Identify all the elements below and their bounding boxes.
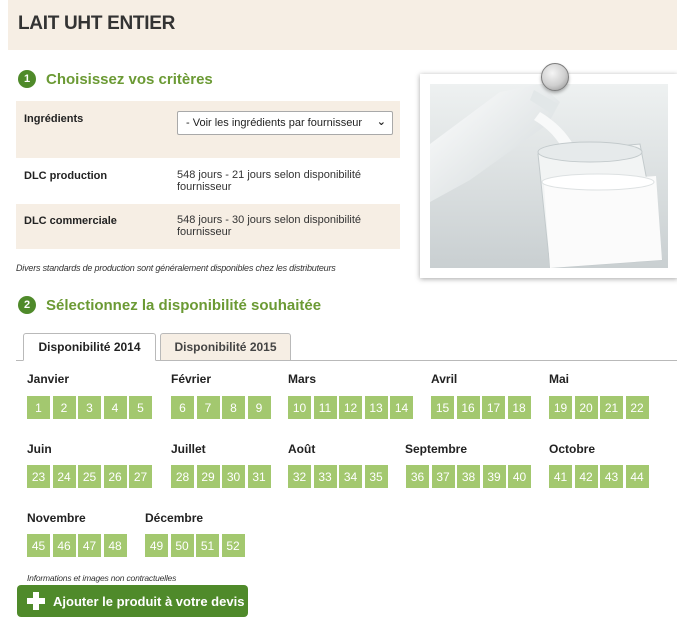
week-button[interactable]: 3 bbox=[78, 396, 101, 419]
week-button[interactable]: 29 bbox=[196, 465, 220, 488]
product-photo-frame bbox=[420, 74, 677, 278]
week-button[interactable]: 28 bbox=[171, 465, 194, 488]
week-button[interactable]: 44 bbox=[625, 465, 649, 488]
product-photo bbox=[430, 84, 668, 268]
dlc-production-value: 548 jours - 21 jours selon disponibilité… bbox=[177, 169, 362, 193]
week-button[interactable]: 49 bbox=[145, 534, 168, 557]
week-button[interactable]: 20 bbox=[574, 396, 598, 419]
add-to-quote-button[interactable]: Ajouter le produit à votre devis bbox=[17, 585, 248, 617]
week-button[interactable]: 40 bbox=[508, 465, 531, 488]
month-label: Janvier bbox=[27, 372, 70, 386]
week-button[interactable]: 8 bbox=[222, 396, 245, 419]
week-button[interactable]: 52 bbox=[221, 534, 245, 557]
week-button[interactable]: 22 bbox=[625, 396, 649, 419]
week-button[interactable]: 39 bbox=[482, 465, 506, 488]
week-button[interactable]: 30 bbox=[222, 465, 245, 488]
tab-disponibilite-2014[interactable]: Disponibilité 2014 bbox=[23, 333, 156, 361]
dlc-production-label: DLC production bbox=[24, 170, 108, 182]
step-number-badge: 1 bbox=[18, 70, 36, 88]
week-button[interactable]: 32 bbox=[288, 465, 311, 488]
month-label: Juin bbox=[27, 442, 52, 456]
week-button[interactable]: 24 bbox=[52, 465, 76, 488]
chevron-down-icon: ⌄ bbox=[376, 116, 386, 128]
dlc-commerciale-label: DLC commerciale bbox=[24, 215, 117, 227]
week-button[interactable]: 9 bbox=[247, 396, 271, 419]
week-button[interactable]: 1 bbox=[27, 396, 50, 419]
ingredients-select[interactable]: - Voir les ingrédients par fournisseur ⌄ bbox=[177, 111, 393, 135]
dlc-commerciale-value: 548 jours - 30 jours selon disponibilité… bbox=[177, 214, 362, 238]
week-button[interactable]: 34 bbox=[339, 465, 362, 488]
month-label: Juillet bbox=[171, 442, 206, 456]
week-button[interactable]: 12 bbox=[339, 396, 362, 419]
week-button[interactable]: 35 bbox=[364, 465, 388, 488]
info-note: Informations et images non contractuelle… bbox=[27, 573, 177, 583]
month-label: Décembre bbox=[145, 511, 204, 525]
week-button[interactable]: 37 bbox=[431, 465, 455, 488]
month-label: Février bbox=[171, 372, 212, 386]
week-button[interactable]: 6 bbox=[171, 396, 194, 419]
month-label: Avril bbox=[431, 372, 458, 386]
week-button[interactable]: 50 bbox=[170, 534, 194, 557]
week-button[interactable]: 5 bbox=[129, 396, 152, 419]
month-label: Mars bbox=[288, 372, 317, 386]
criteria-row-ingredients: Ingrédients - Voir les ingrédients par f… bbox=[16, 101, 400, 158]
week-button[interactable]: 45 bbox=[27, 534, 50, 557]
step-number-badge: 2 bbox=[18, 296, 36, 314]
month-label: Août bbox=[288, 442, 316, 456]
ingredients-label: Ingrédients bbox=[24, 113, 84, 125]
week-button[interactable]: 23 bbox=[27, 465, 50, 488]
week-button[interactable]: 25 bbox=[78, 465, 101, 488]
step-title: Choisissez vos critères bbox=[46, 70, 213, 88]
week-button[interactable]: 41 bbox=[549, 465, 572, 488]
add-to-quote-label: Ajouter le produit à votre devis bbox=[53, 593, 245, 609]
plus-icon bbox=[27, 592, 45, 610]
month-label: Octobre bbox=[549, 442, 596, 456]
month-label: Novembre bbox=[27, 511, 86, 525]
step-1-heading: 1 Choisissez vos critères bbox=[18, 70, 213, 88]
week-button[interactable]: 11 bbox=[313, 396, 337, 419]
week-button[interactable]: 31 bbox=[247, 465, 271, 488]
ingredients-select-value: - Voir les ingrédients par fournisseur bbox=[186, 117, 363, 129]
step-title: Sélectionnez la disponibilité souhaitée bbox=[46, 296, 322, 314]
week-button[interactable]: 51 bbox=[196, 534, 219, 557]
pushpin-icon bbox=[541, 63, 569, 91]
week-button[interactable]: 13 bbox=[364, 396, 388, 419]
criteria-row-dlc-commerciale: DLC commerciale 548 jours - 30 jours sel… bbox=[16, 204, 400, 249]
week-button[interactable]: 47 bbox=[78, 534, 101, 557]
standards-note: Divers standards de production sont géné… bbox=[16, 263, 336, 273]
week-button[interactable]: 17 bbox=[482, 396, 505, 419]
week-button[interactable]: 10 bbox=[288, 396, 311, 419]
milk-pouring-image bbox=[430, 84, 668, 268]
week-button[interactable]: 36 bbox=[406, 465, 429, 488]
week-button[interactable]: 15 bbox=[431, 396, 454, 419]
week-button[interactable]: 46 bbox=[52, 534, 76, 557]
week-button[interactable]: 21 bbox=[600, 396, 623, 419]
week-button[interactable]: 19 bbox=[549, 396, 572, 419]
criteria-row-dlc-production: DLC production 548 jours - 21 jours selo… bbox=[16, 158, 400, 204]
week-button[interactable]: 7 bbox=[196, 396, 220, 419]
month-label: Mai bbox=[549, 372, 570, 386]
week-button[interactable]: 18 bbox=[507, 396, 531, 419]
week-button[interactable]: 2 bbox=[52, 396, 76, 419]
week-button[interactable]: 26 bbox=[103, 465, 127, 488]
week-button[interactable]: 48 bbox=[103, 534, 127, 557]
week-button[interactable]: 27 bbox=[129, 465, 152, 488]
week-button[interactable]: 38 bbox=[457, 465, 480, 488]
week-button[interactable]: 33 bbox=[313, 465, 337, 488]
week-button[interactable]: 14 bbox=[390, 396, 413, 419]
week-button[interactable]: 4 bbox=[103, 396, 127, 419]
week-button[interactable]: 43 bbox=[600, 465, 623, 488]
page-title: LAIT UHT ENTIER bbox=[18, 13, 175, 34]
product-header: LAIT UHT ENTIER bbox=[8, 0, 677, 50]
tab-disponibilite-2015[interactable]: Disponibilité 2015 bbox=[160, 333, 291, 361]
step-2-heading: 2 Sélectionnez la disponibilité souhaité… bbox=[18, 296, 321, 314]
week-button[interactable]: 16 bbox=[456, 396, 480, 419]
month-label: Septembre bbox=[405, 442, 468, 456]
week-button[interactable]: 42 bbox=[574, 465, 598, 488]
